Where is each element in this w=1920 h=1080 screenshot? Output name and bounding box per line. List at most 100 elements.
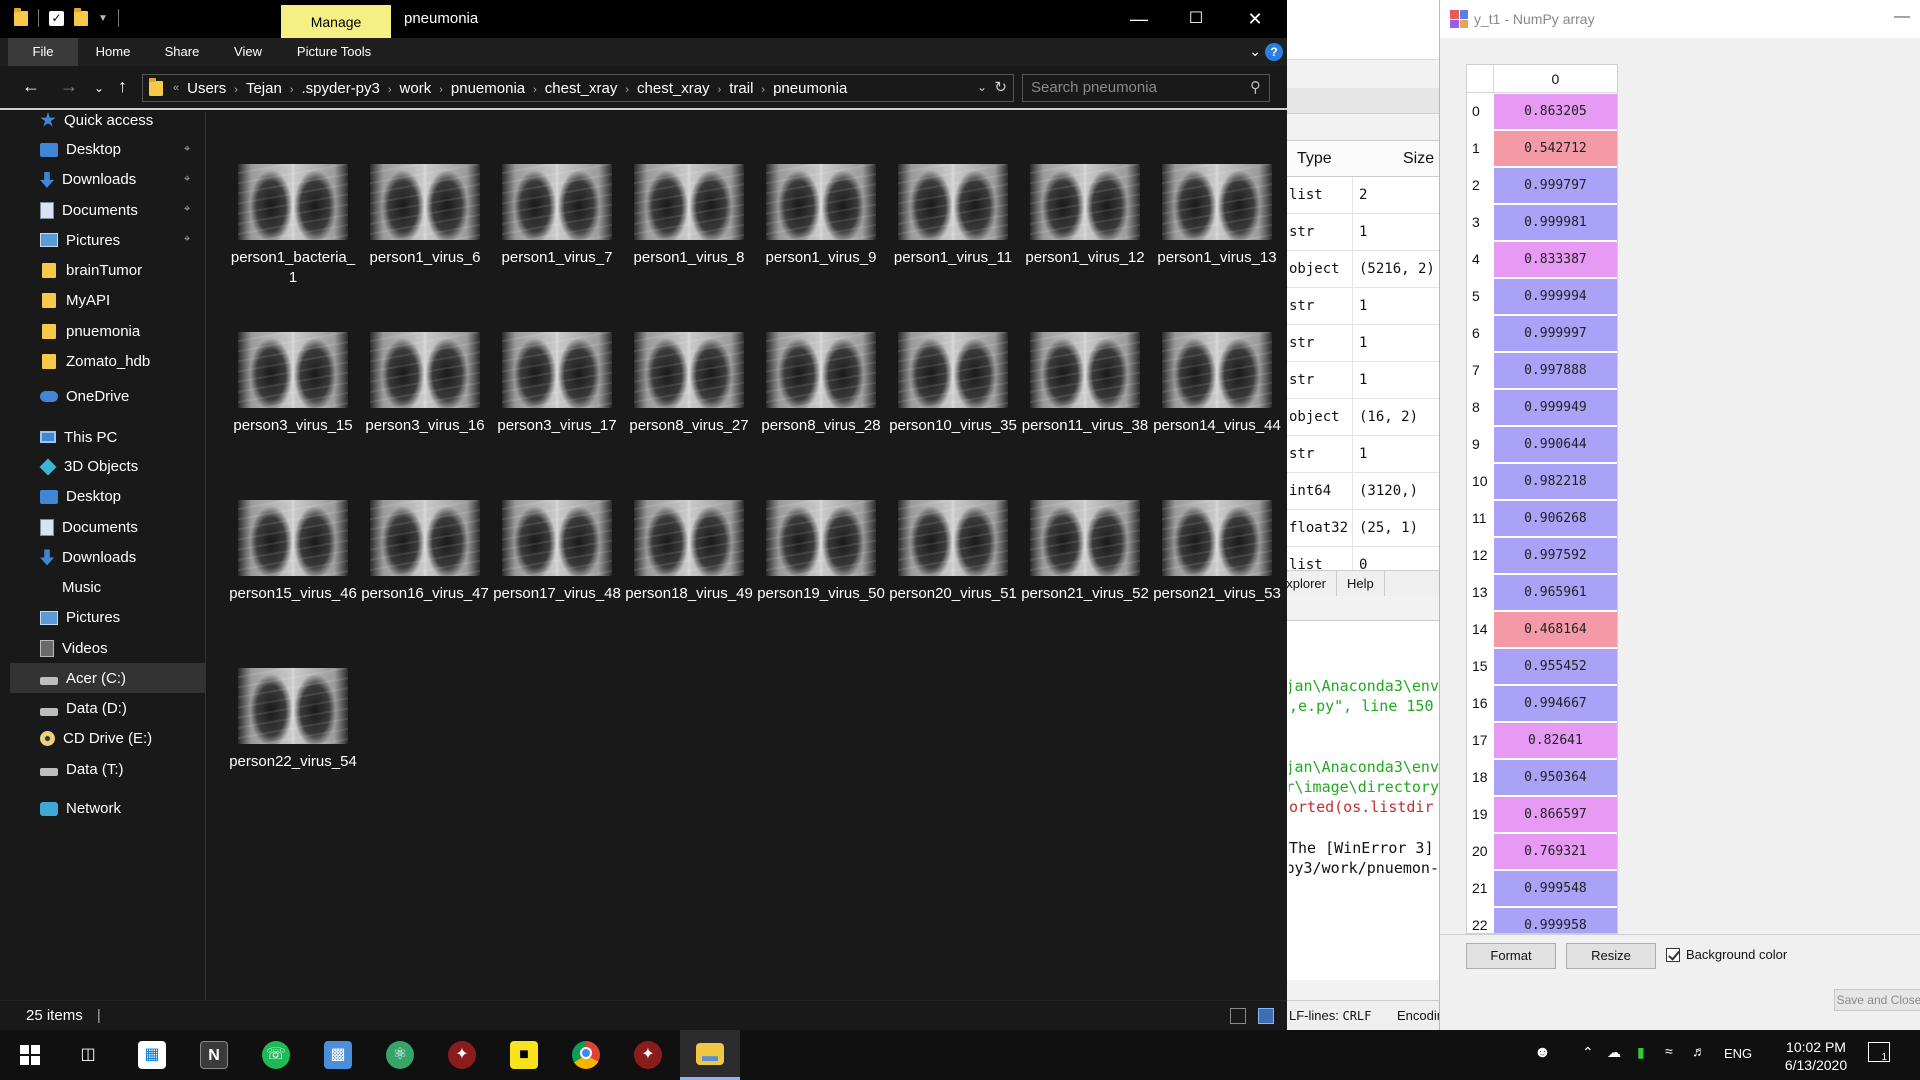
chrome-app[interactable] xyxy=(556,1030,616,1080)
action-center-icon[interactable]: 1 xyxy=(1868,1042,1890,1063)
chevron-right-icon[interactable]: › xyxy=(439,84,443,96)
file-item[interactable]: person11_virus_38 xyxy=(1019,332,1151,436)
file-item[interactable]: person3_virus_16 xyxy=(359,332,491,436)
file-item[interactable]: person1_virus_7 xyxy=(491,164,623,268)
chevron-right-icon[interactable]: › xyxy=(533,84,537,96)
nav-item[interactable]: pnuemonia xyxy=(0,316,205,346)
breadcrumb-item[interactable]: pnuemonia xyxy=(451,80,525,97)
volume-icon[interactable]: ♬ xyxy=(1692,1043,1706,1059)
file-item[interactable]: person21_virus_52 xyxy=(1019,500,1151,604)
people-icon[interactable]: ☻ xyxy=(1534,1044,1551,1062)
nav-item[interactable]: MyAPI xyxy=(0,286,205,316)
file-item[interactable]: person10_virus_35 xyxy=(887,332,1019,436)
nav-item[interactable]: 3D Objects xyxy=(0,452,205,482)
tab-help[interactable]: Help xyxy=(1337,571,1385,596)
array-cell[interactable]: 0.866597 xyxy=(1493,797,1617,832)
tab-explorer[interactable]: Explorer xyxy=(1287,571,1337,596)
address-dropdown-icon[interactable]: ⌄ xyxy=(977,80,987,94)
variable-row[interactable]: str 1 xyxy=(1287,362,1439,399)
file-item[interactable]: person1_bacteria_1 xyxy=(227,164,359,288)
nav-item[interactable]: Music xyxy=(0,573,205,603)
address-bar[interactable]: « Users › Tejan › .spyder-py3 › work › pnuemonia… xyxy=(142,74,1014,102)
nav-item[interactable]: Pictures ⌖ xyxy=(0,225,205,255)
file-item[interactable]: person22_virus_54 xyxy=(227,668,359,772)
file-item[interactable]: person8_virus_27 xyxy=(623,332,755,436)
array-row[interactable]: 3 0.999981 xyxy=(1467,204,1617,241)
array-row[interactable]: 16 0.994667 xyxy=(1467,685,1617,722)
nav-item[interactable]: Network xyxy=(0,794,205,824)
breadcrumb-item[interactable]: work xyxy=(400,80,432,97)
format-button[interactable]: Format xyxy=(1466,943,1556,969)
store-app[interactable]: ▦ xyxy=(122,1030,182,1080)
nav-item[interactable]: Desktop ⌖ xyxy=(0,135,205,165)
refresh-icon[interactable]: ↻ xyxy=(994,78,1007,96)
breadcrumb-item[interactable]: chest_xray xyxy=(637,80,710,97)
file-item[interactable]: person15_virus_46 xyxy=(227,500,359,604)
array-row[interactable]: 18 0.950364 xyxy=(1467,759,1617,796)
array-row[interactable]: 2 0.999797 xyxy=(1467,167,1617,204)
file-item[interactable]: person20_virus_51 xyxy=(887,500,1019,604)
nav-item[interactable]: Downloads ⌖ xyxy=(0,165,205,195)
large-icons-view-icon[interactable] xyxy=(1258,1008,1274,1024)
file-item[interactable]: person16_virus_47 xyxy=(359,500,491,604)
show-hidden-icons-chevron[interactable]: ⌃ xyxy=(1582,1044,1594,1061)
breadcrumb-item[interactable]: Tejan xyxy=(246,80,282,97)
tab-file[interactable]: File xyxy=(8,38,78,66)
breadcrumb-item[interactable]: pneumonia xyxy=(773,80,847,97)
array-row[interactable]: 12 0.997592 xyxy=(1467,537,1617,574)
array-cell[interactable]: 0.950364 xyxy=(1493,760,1617,795)
array-row[interactable]: 22 0.999958 xyxy=(1467,907,1617,933)
array-row[interactable]: 7 0.997888 xyxy=(1467,352,1617,389)
file-item[interactable]: person17_virus_48 xyxy=(491,500,623,604)
chevron-right-icon[interactable]: › xyxy=(625,84,629,96)
nav-item[interactable]: Pictures xyxy=(0,603,205,633)
file-item[interactable]: person1_virus_11 xyxy=(887,164,1019,268)
nav-item[interactable]: Data (D:) xyxy=(0,694,205,724)
manage-context-tab[interactable]: Manage xyxy=(281,5,391,38)
array-row[interactable]: 15 0.955452 xyxy=(1467,648,1617,685)
whatsapp-app[interactable]: ☏ xyxy=(246,1030,306,1080)
nav-item[interactable]: Documents xyxy=(0,512,205,542)
file-item[interactable]: person1_virus_6 xyxy=(359,164,491,268)
array-row[interactable]: 10 0.982218 xyxy=(1467,463,1617,500)
tab-home[interactable]: Home xyxy=(90,38,136,66)
array-cell[interactable]: 0.999548 xyxy=(1493,871,1617,906)
file-item[interactable]: person18_virus_49 xyxy=(623,500,755,604)
customize-dropdown-icon[interactable]: ▼ xyxy=(98,13,108,24)
spyder-app-2[interactable]: ✦ xyxy=(618,1030,678,1080)
variable-row[interactable]: str 1 xyxy=(1287,325,1439,362)
forward-arrow-icon[interactable]: → xyxy=(60,76,78,97)
sticky-notes-app[interactable]: ■ xyxy=(494,1030,554,1080)
nav-item[interactable]: Videos xyxy=(0,633,205,663)
nav-item[interactable]: CD Drive (E:) xyxy=(0,724,205,754)
breadcrumb-item[interactable]: trail xyxy=(729,80,753,97)
spyder-app[interactable]: ✦ xyxy=(432,1030,492,1080)
column-header[interactable]: 0 xyxy=(1494,65,1617,92)
breadcrumb-item[interactable]: Users xyxy=(187,80,226,97)
file-item[interactable]: person1_virus_8 xyxy=(623,164,755,268)
tab-picture-tools[interactable]: Picture Tools xyxy=(286,38,382,66)
array-cell[interactable]: 0.82641 xyxy=(1493,723,1617,758)
close-icon[interactable]: ✕ xyxy=(1232,6,1278,32)
search-input[interactable]: Search pneumonia ⚲ xyxy=(1022,74,1270,102)
array-cell[interactable]: 0.468164 xyxy=(1493,612,1617,647)
array-row[interactable]: 5 0.999994 xyxy=(1467,278,1617,315)
array-row[interactable]: 1 0.542712 xyxy=(1467,130,1617,167)
array-cell[interactable]: 0.997592 xyxy=(1493,538,1617,573)
array-row[interactable]: 19 0.866597 xyxy=(1467,796,1617,833)
nav-item[interactable]: Documents ⌖ xyxy=(0,195,205,225)
nav-item[interactable]: brainTumor xyxy=(0,256,205,286)
array-row[interactable]: 4 0.833387 xyxy=(1467,241,1617,278)
file-explorer-app[interactable]: ▬ xyxy=(680,1030,740,1080)
array-cell[interactable]: 0.955452 xyxy=(1493,649,1617,684)
size-column-header[interactable]: Size xyxy=(1353,141,1434,176)
array-cell[interactable]: 0.990644 xyxy=(1493,427,1617,462)
array-cell[interactable]: 0.965961 xyxy=(1493,575,1617,610)
array-row[interactable]: 17 0.82641 xyxy=(1467,722,1617,759)
variable-row[interactable]: object (5216, 2) xyxy=(1287,251,1439,288)
array-cell[interactable]: 0.999797 xyxy=(1493,168,1617,203)
nav-item[interactable]: Zomato_hdb xyxy=(0,346,205,376)
up-arrow-icon[interactable]: ↑ xyxy=(118,76,127,97)
wifi-icon[interactable]: ≈ xyxy=(1665,1043,1673,1059)
clock[interactable]: 10:02 PM 6/13/2020 xyxy=(1768,1038,1864,1074)
